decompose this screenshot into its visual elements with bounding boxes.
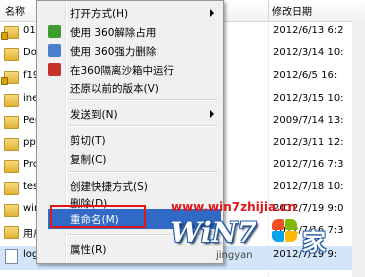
- menu-item-restore-versions[interactable]: 还原以前的版本(V): [39, 78, 221, 98]
- menu-item-label: 打开方式(H): [70, 8, 129, 20]
- folder-icon: [4, 226, 19, 239]
- watermark-logo: WiN7: [170, 216, 257, 249]
- file-date: 2012/7/18 10:: [273, 181, 344, 192]
- menu-item-label: 发送到(N): [70, 109, 118, 121]
- 360-unlock-icon: [48, 25, 61, 38]
- menu-item-label: 剪切(T): [70, 135, 106, 147]
- file-date: 2009/7/14 13:: [273, 115, 344, 126]
- menu-item-open-with[interactable]: 打开方式(H): [39, 3, 221, 23]
- locked-folder-icon: [1, 26, 19, 40]
- watermark-subtext: jingyan: [216, 250, 253, 261]
- folder-icon: [4, 138, 19, 151]
- submenu-arrow-icon: [210, 9, 214, 17]
- vertical-scrollbar[interactable]: [352, 21, 365, 277]
- 360-sandbox-icon: [48, 63, 61, 76]
- folder-icon: [4, 94, 19, 107]
- column-modified-header[interactable]: 修改日期: [272, 3, 312, 18]
- menu-separator: [68, 99, 218, 101]
- file-date: 2012/6/13 6:2: [273, 25, 344, 36]
- menu-item-360-unlock[interactable]: 使用 360解除占用: [39, 22, 221, 42]
- folder-icon: [4, 48, 19, 61]
- windows-logo-icon: [272, 219, 298, 243]
- folder-icon: [4, 182, 19, 195]
- file-date: 2012/3/15 10:: [273, 93, 344, 104]
- folder-icon: [4, 116, 19, 129]
- menu-item-360-sandbox[interactable]: 在360隔离沙箱中运行: [39, 60, 221, 80]
- menu-item-label: 复制(C): [70, 154, 107, 166]
- menu-item-360-shred[interactable]: 使用 360强力删除: [39, 41, 221, 61]
- file-date: 2012/3/11 12:: [273, 137, 344, 148]
- menu-separator: [68, 125, 218, 127]
- menu-item-cut[interactable]: 剪切(T): [39, 130, 221, 150]
- watermark-home-glyph: 家: [302, 228, 326, 256]
- rename-callout-box: [50, 205, 146, 228]
- menu-item-label: 属性(R): [70, 244, 107, 256]
- menu-item-label: 使用 360强力删除: [70, 46, 157, 58]
- file-date: 2012/6/5 16:: [273, 70, 338, 81]
- watermark-url: www.win7zhijia.cn: [171, 200, 297, 214]
- menu-separator: [68, 171, 218, 173]
- document-icon: [5, 249, 18, 264]
- menu-item-label: 还原以前的版本(V): [70, 83, 159, 95]
- column-name-header[interactable]: 名称: [5, 3, 25, 18]
- column-divider[interactable]: [268, 0, 269, 21]
- menu-item-label: 在360隔离沙箱中运行: [70, 65, 175, 77]
- menu-item-send-to[interactable]: 发送到(N): [39, 104, 221, 124]
- file-date: 2012/3/14 10:: [273, 47, 344, 58]
- menu-item-label: 使用 360解除占用: [70, 27, 157, 39]
- menu-item-copy[interactable]: 复制(C): [39, 149, 221, 169]
- folder-icon: [4, 204, 19, 217]
- folder-icon: [4, 160, 19, 173]
- menu-item-label: 创建快捷方式(S): [70, 181, 148, 193]
- file-date: 2012/7/16 7:3: [273, 159, 344, 170]
- submenu-arrow-icon: [210, 110, 214, 118]
- 360-shred-icon: [48, 44, 61, 57]
- locked-folder-icon: [1, 71, 19, 85]
